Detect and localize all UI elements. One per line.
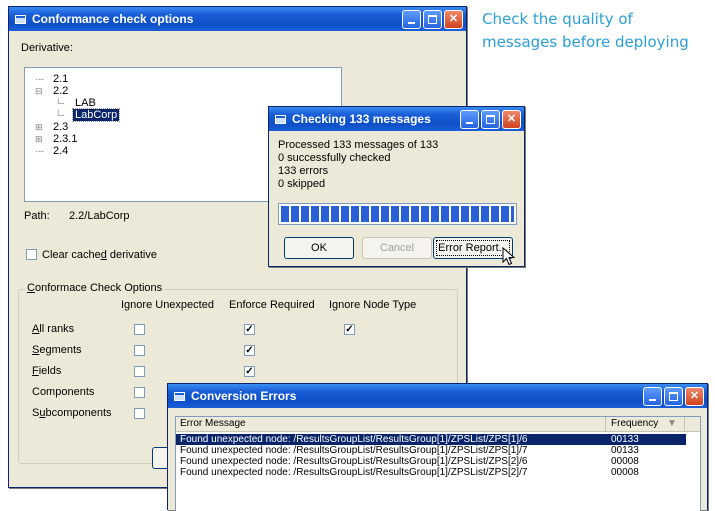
close-icon[interactable]: ✕ xyxy=(685,386,704,406)
clear-cache-label: Clear cached derivative xyxy=(42,249,157,261)
caption-line-2: messages before deploying xyxy=(482,33,689,51)
caption-line-1: Check the quality of xyxy=(482,10,633,28)
options-titlebar[interactable]: Conformance check options ✕ xyxy=(9,7,466,31)
error-frequency: 00008 xyxy=(611,456,639,467)
error-row[interactable]: Found unexpected node: /ResultsGroupList… xyxy=(176,456,686,467)
group-title: Conformace Check Options xyxy=(25,282,165,294)
window-icon xyxy=(174,391,185,401)
option-row-label: Segments xyxy=(32,344,82,356)
options-title: Conformance check options xyxy=(32,12,194,26)
tree-node[interactable]: └- LAB xyxy=(35,97,235,109)
clear-cache-checkbox[interactable] xyxy=(26,249,37,260)
option-checkbox[interactable] xyxy=(134,345,145,356)
collapse-icon[interactable]: ⊟ xyxy=(35,85,51,97)
tree-node-label: LabCorp xyxy=(71,108,121,122)
mouse-cursor-icon xyxy=(502,247,516,266)
option-checkbox[interactable]: ✓ xyxy=(244,324,255,335)
error-row[interactable]: Found unexpected node: /ResultsGroupList… xyxy=(176,445,686,456)
expand-icon[interactable]: ⊞ xyxy=(35,121,51,133)
option-column-header: Ignore Node Type xyxy=(329,299,417,311)
minimize-icon[interactable] xyxy=(402,9,421,29)
errors-list[interactable]: Error Message Frequency ▼ Found unexpect… xyxy=(175,416,701,511)
tree-connector: ·-- xyxy=(35,146,44,156)
derivative-label: Derivative: xyxy=(21,42,73,54)
col-header-frequency-label: Frequency xyxy=(611,418,659,429)
option-checkbox[interactable] xyxy=(134,366,145,377)
success-text: 0 successfully checked xyxy=(278,152,391,164)
sort-down-icon: ▼ xyxy=(667,418,677,429)
path-label: Path: xyxy=(24,210,50,222)
path-value: 2.2/LabCorp xyxy=(69,210,130,222)
error-frequency: 00008 xyxy=(611,467,639,478)
option-checkbox[interactable] xyxy=(134,324,145,335)
tree-node[interactable]: ·-- 2.4 xyxy=(35,145,235,157)
errors-dialog: Conversion Errors ✕ Error Message Freque… xyxy=(167,383,708,511)
error-frequency: 00133 xyxy=(611,434,639,445)
option-row-label: Components xyxy=(32,386,95,398)
close-icon[interactable]: ✕ xyxy=(444,9,463,29)
errors-text: 133 errors xyxy=(278,165,329,177)
checking-title: Checking 133 messages xyxy=(292,112,431,126)
marketing-caption: Check the quality of messages before dep… xyxy=(482,8,712,54)
tree-node-label: 2.2 xyxy=(53,85,69,97)
error-row[interactable]: Found unexpected node: /ResultsGroupList… xyxy=(176,467,686,478)
progress-fill xyxy=(281,206,514,222)
col-header-message[interactable]: Error Message xyxy=(176,417,606,432)
maximize-icon[interactable] xyxy=(481,109,500,129)
option-column-header: Enforce Required xyxy=(229,299,315,311)
skipped-text: 0 skipped xyxy=(278,178,326,190)
tree-node-label: LAB xyxy=(75,97,96,109)
tree-node[interactable]: ⊞ 2.3.1 xyxy=(35,133,235,145)
option-row-label: Subcomponents xyxy=(32,407,112,419)
option-column-header: Ignore Unexpected xyxy=(121,299,214,311)
error-message: Found unexpected node: /ResultsGroupList… xyxy=(180,445,528,456)
option-row-label: Fields xyxy=(32,365,62,377)
window-icon xyxy=(275,114,286,124)
option-checkbox[interactable] xyxy=(134,408,145,419)
tree-connector: └- xyxy=(55,110,65,120)
error-row[interactable]: Found unexpected node: /ResultsGroupList… xyxy=(176,434,686,445)
errors-title: Conversion Errors xyxy=(191,389,297,403)
checking-dialog: Checking 133 messages ✕ Processed 133 me… xyxy=(268,106,525,267)
error-message: Found unexpected node: /ResultsGroupList… xyxy=(180,467,528,478)
tree-node[interactable]: ⊟ 2.2 xyxy=(35,85,235,97)
col-header-frequency[interactable]: Frequency ▼ xyxy=(607,417,685,432)
tree-node-label: 2.3.1 xyxy=(53,133,78,145)
checking-titlebar[interactable]: Checking 133 messages ✕ xyxy=(269,107,524,131)
tree-node-label: 2.4 xyxy=(53,145,69,157)
option-row-label: All ranks xyxy=(32,323,75,335)
error-report-button[interactable]: Error Report... xyxy=(433,237,513,259)
error-message: Found unexpected node: /ResultsGroupList… xyxy=(180,434,528,445)
ok-button[interactable]: OK xyxy=(284,237,354,259)
tree-node-label: 2.1 xyxy=(53,73,69,85)
close-icon[interactable]: ✕ xyxy=(502,109,521,129)
error-frequency: 00133 xyxy=(611,445,639,456)
errors-titlebar[interactable]: Conversion Errors ✕ xyxy=(168,384,707,408)
tree-node-label: 2.3 xyxy=(53,121,69,133)
progress-bar xyxy=(278,203,517,225)
maximize-icon[interactable] xyxy=(664,386,683,406)
error-message: Found unexpected node: /ResultsGroupList… xyxy=(180,456,528,467)
tree-node[interactable]: ·-- 2.1 xyxy=(35,73,235,85)
minimize-icon[interactable] xyxy=(460,109,479,129)
option-checkbox[interactable] xyxy=(134,387,145,398)
minimize-icon[interactable] xyxy=(643,386,662,406)
maximize-icon[interactable] xyxy=(423,9,442,29)
errors-list-header: Error Message Frequency ▼ xyxy=(176,417,700,432)
cancel-button[interactable]: Cancel xyxy=(362,237,432,259)
option-checkbox[interactable]: ✓ xyxy=(344,324,355,335)
error-report-label: Error Report... xyxy=(438,242,508,254)
expand-icon[interactable]: ⊞ xyxy=(35,133,51,145)
tree-connector: └- xyxy=(55,98,65,108)
option-checkbox[interactable]: ✓ xyxy=(244,366,255,377)
window-icon xyxy=(15,14,26,24)
tree-connector: ·-- xyxy=(35,74,44,84)
option-checkbox[interactable]: ✓ xyxy=(244,345,255,356)
tree-node[interactable]: ⊞ 2.3 xyxy=(35,121,235,133)
processed-text: Processed 133 messages of 133 xyxy=(278,139,439,151)
tree-node[interactable]: └- LabCorp xyxy=(35,108,235,122)
